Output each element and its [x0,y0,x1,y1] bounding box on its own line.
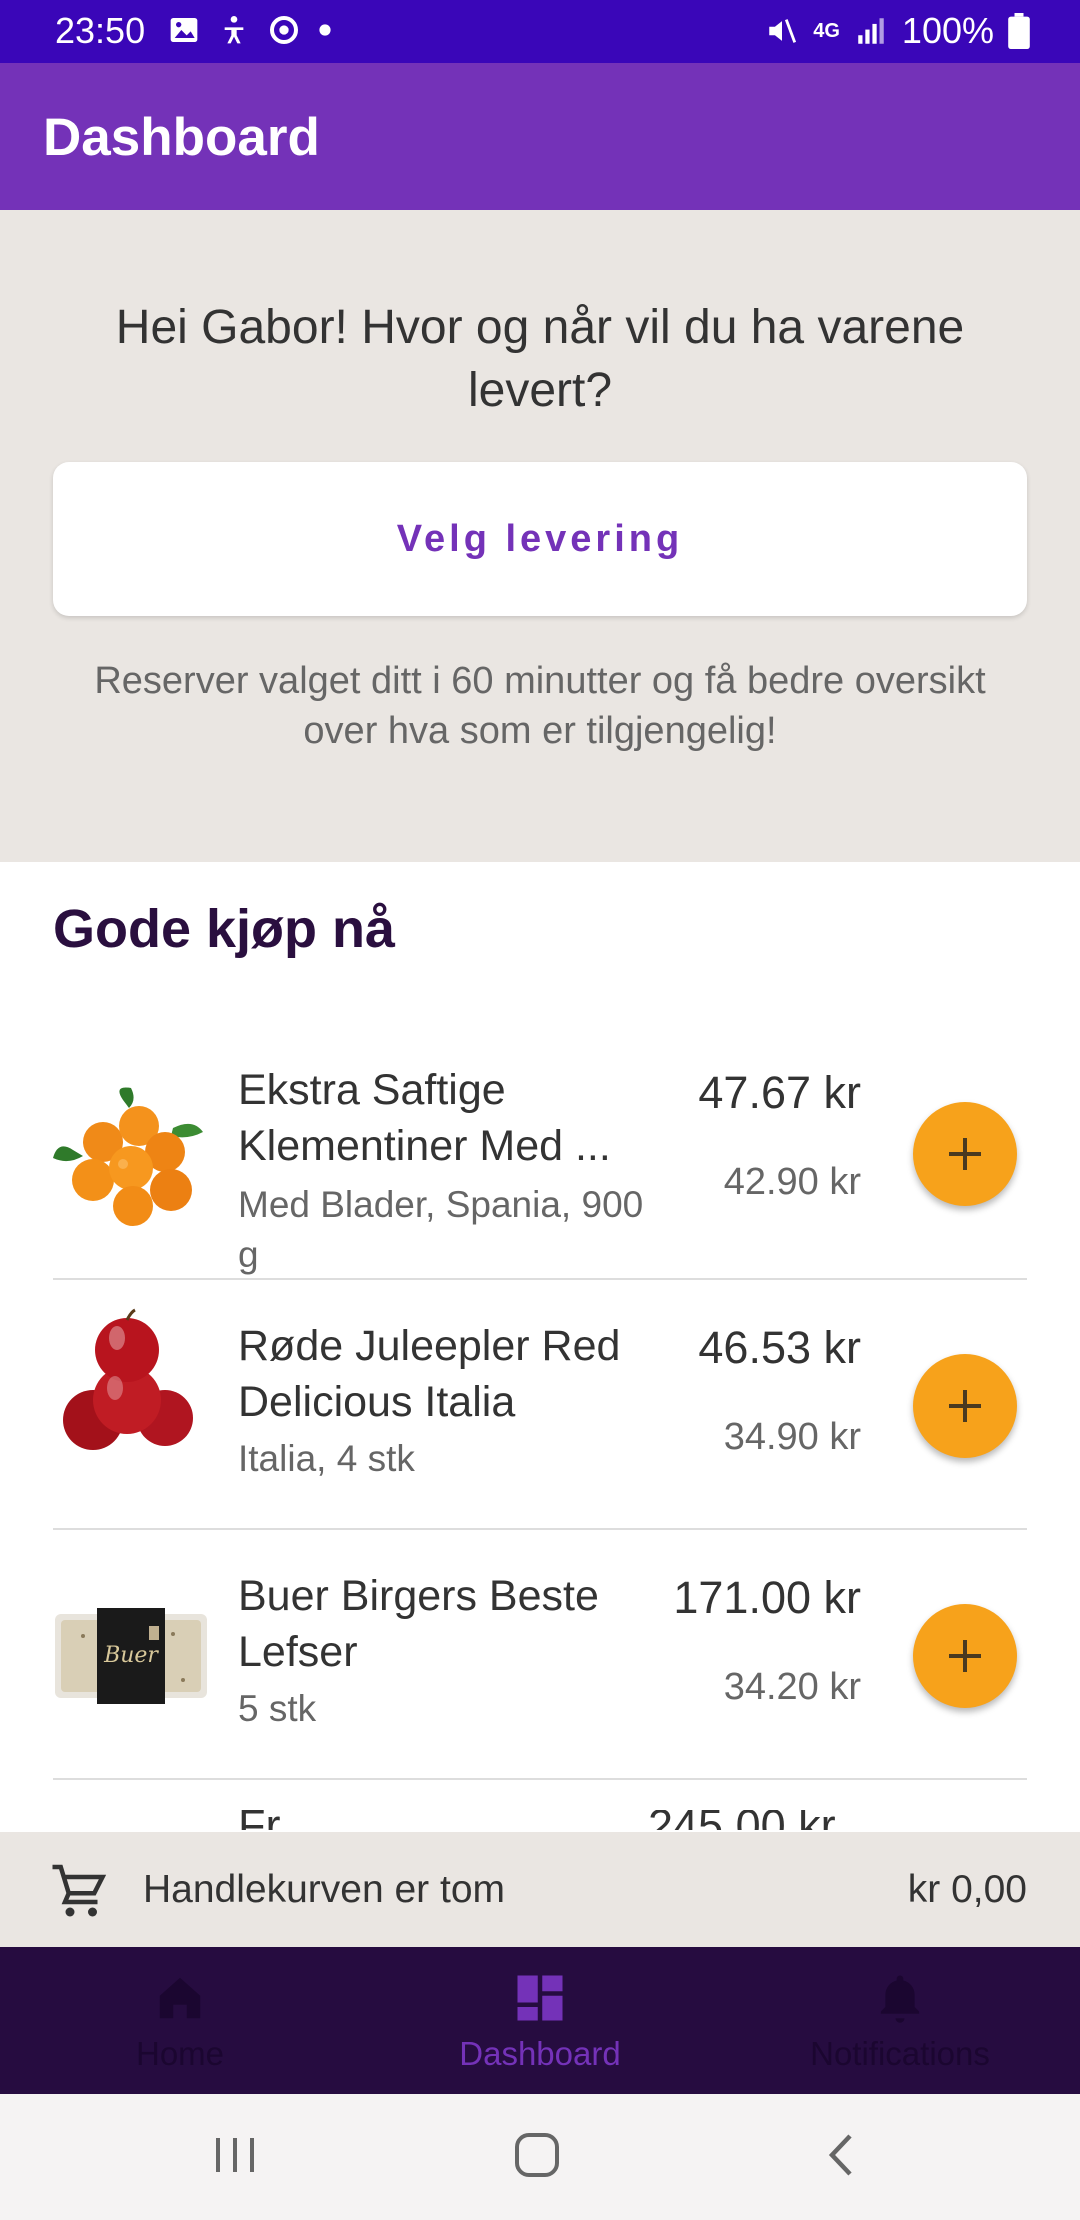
product-price: 47.67 kr [698,1067,861,1118]
nav-item-dashboard[interactable]: Dashboard [360,1947,720,2094]
product-price: 245.00 kr [648,1810,836,1830]
cart-total: kr 0,00 [907,1868,1027,1911]
back-icon[interactable] [816,2128,866,2182]
recents-icon[interactable] [210,2128,260,2182]
product-name: Fr... [238,1810,316,1830]
cart-bar[interactable]: Handlekurven er tom kr 0,00 [0,1832,1080,1947]
bottom-navigation: Home Dashboard Notifications [0,1947,1080,2094]
product-name: Buer Birgers Beste Lefser [238,1572,599,1676]
nav-label: Home [135,2035,225,2072]
status-notification-icons [168,14,332,46]
signal-icon [858,18,884,44]
sync-icon [270,16,298,44]
product-name: Røde Juleepler Red Delicious Italia [238,1322,621,1426]
system-navigation-bar [0,2094,1080,2220]
product-row[interactable]: Buer Buer Birgers Beste Lefser 5 stk 171… [53,1532,1027,1780]
add-to-cart-button[interactable] [913,1604,1017,1708]
dot-icon [319,24,331,36]
accessibility-icon [224,16,244,44]
product-unit-price: 42.90 kr [723,1161,861,1203]
clementines-image [53,1087,203,1226]
dashboard-icon [517,1975,563,2021]
product-description: Med Blader, Spania, 900 g [238,1184,644,1275]
product-description: 5 stk [238,1688,317,1729]
battery-percentage: 100% [901,10,994,51]
product-price: 171.00 kr [673,1572,861,1623]
nav-item-notifications[interactable]: Notifications [720,1947,1080,2094]
network-type: 4G [813,19,840,42]
status-system-icons: 4G 100% [765,10,1030,52]
deals-title: Gode kjøp nå [53,899,396,959]
plus-icon [949,1138,981,1170]
product-name: Ekstra Saftige Klementiner Med ... [238,1066,611,1170]
battery-icon [1008,13,1030,49]
reserve-note: Reserver valget ditt i 60 minutter og få… [94,660,986,752]
cart-icon [52,1864,107,1917]
nav-label: Dashboard [459,2035,621,2072]
status-time: 23:50 [55,10,146,51]
greeting-text: Hei Gabor! Hvor og når vil du ha varene … [115,301,965,417]
svg-text:Buer: Buer [103,1643,159,1668]
product-row[interactable]: Ekstra Saftige Klementiner Med ... Med B… [53,1040,1027,1280]
apples-image [63,1308,193,1450]
cart-status: Handlekurven er tom [143,1868,506,1911]
nav-item-home[interactable]: Home [0,1947,360,2094]
mute-icon [769,19,797,43]
delivery-section: Hei Gabor! Hvor og når vil du ha varene … [0,210,1080,862]
product-row[interactable]: Røde Juleepler Red Delicious Italia Ital… [53,1282,1027,1530]
home-icon [159,1977,201,2019]
plus-icon [949,1390,981,1422]
lefser-image: Buer [55,1608,207,1704]
product-unit-price: 34.20 kr [723,1666,861,1708]
page-title: Dashboard [43,108,320,167]
product-description: Italia, 4 stk [238,1438,415,1479]
nav-label: Notifications [810,2035,990,2072]
status-bar: 23:50 4G 100% [0,0,1080,63]
add-to-cart-button[interactable] [913,1354,1017,1458]
choose-delivery-button[interactable]: Velg levering [53,462,1027,616]
image-icon [170,18,198,42]
bell-icon [880,1975,920,2023]
app-bar: Dashboard [0,63,1080,210]
add-to-cart-button[interactable] [913,1102,1017,1206]
product-unit-price: 34.90 kr [723,1416,861,1458]
product-row-partial: Fr... 245.00 kr [238,1810,878,1830]
home-button-icon[interactable] [510,2128,564,2182]
product-price: 46.53 kr [698,1322,861,1373]
plus-icon [949,1640,981,1672]
